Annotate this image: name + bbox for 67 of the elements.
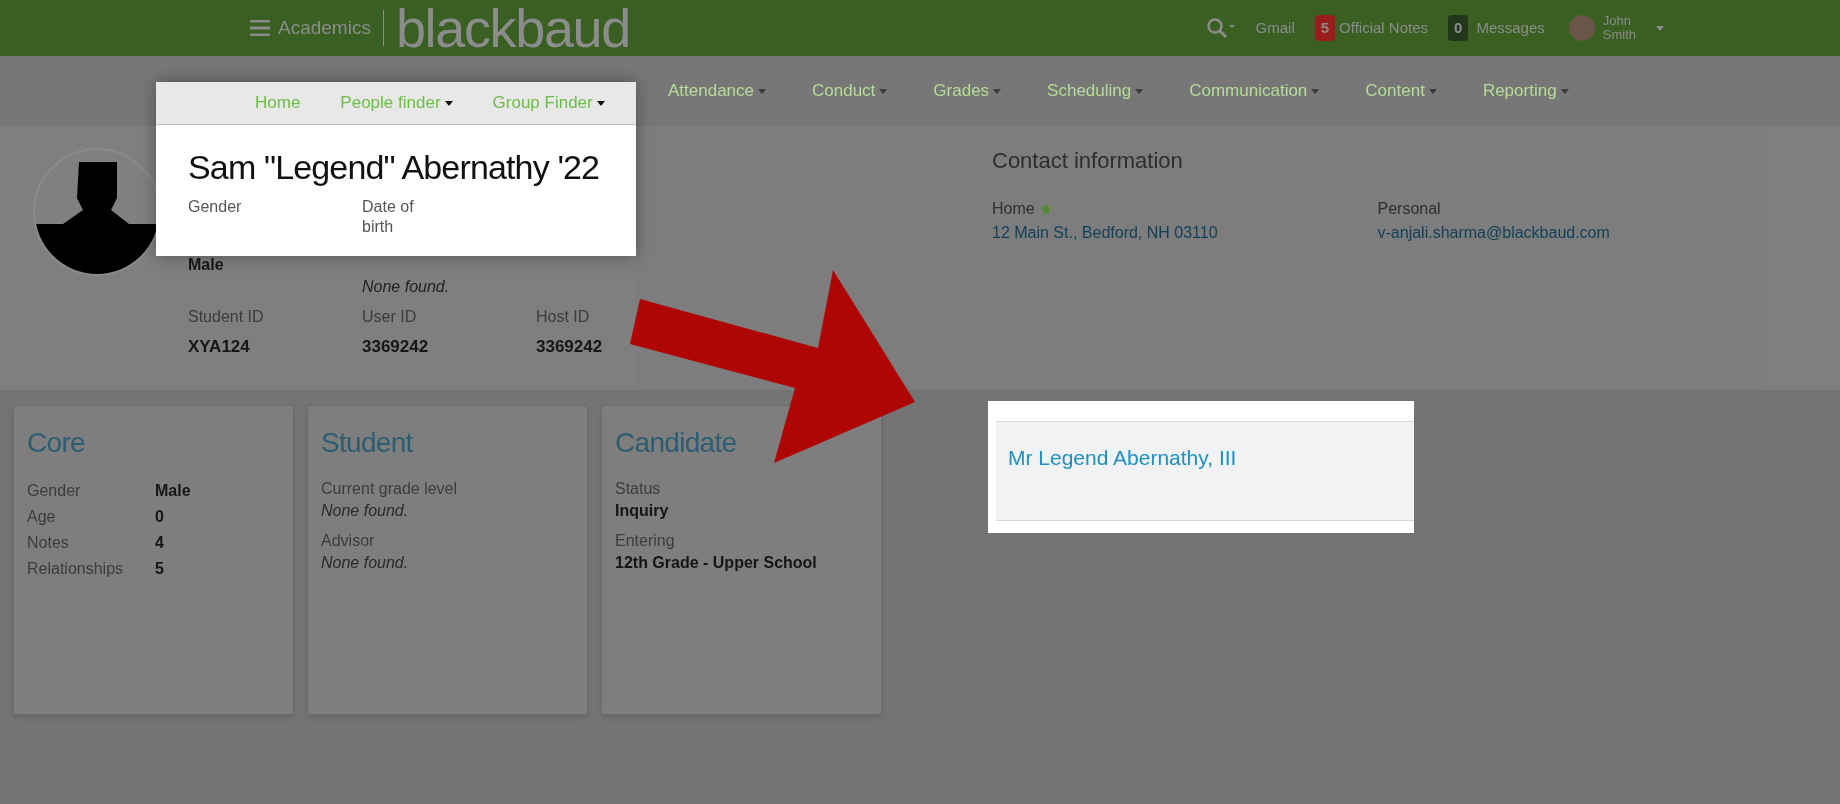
nav-item[interactable]: Conduct xyxy=(812,78,888,104)
card-title: Student xyxy=(321,426,414,460)
field-label: Entering xyxy=(615,531,676,551)
nav-item[interactable]: Communication xyxy=(1189,78,1320,104)
field-label: Relationships xyxy=(27,559,125,579)
field-value: 3369242 xyxy=(362,336,430,358)
nav-item[interactable]: Home xyxy=(255,90,301,116)
field-value: Male xyxy=(155,481,191,501)
field-label: Current grade level xyxy=(321,479,459,499)
caret-icon xyxy=(1135,88,1144,94)
field-label: Gender xyxy=(27,481,82,501)
caret-icon xyxy=(444,100,453,106)
field-value: None found. xyxy=(362,277,451,297)
notes-link[interactable]: Official Notes xyxy=(1339,16,1429,40)
field-value: None found. xyxy=(321,501,410,521)
menu-icon[interactable] xyxy=(250,20,270,36)
field-value: Inquiry xyxy=(615,501,670,521)
field-label: User ID xyxy=(362,307,418,327)
search-icon[interactable] xyxy=(1205,17,1236,39)
field-label: Date of birth xyxy=(362,197,415,237)
field-value: 0 xyxy=(155,507,164,527)
field-value: 4 xyxy=(155,533,164,553)
field-label: Host ID xyxy=(536,307,591,327)
field-value: 12th Grade - Upper School xyxy=(615,553,818,573)
nav-item[interactable]: Group Finder xyxy=(492,90,605,116)
caret-icon xyxy=(1311,88,1320,94)
user-last-name[interactable]: Smith xyxy=(1602,28,1636,42)
nav-item[interactable]: Grades xyxy=(933,78,1002,104)
field-label: Notes xyxy=(27,533,70,553)
caret-icon xyxy=(596,100,605,106)
card-title: Core xyxy=(27,426,86,460)
field-value: None found. xyxy=(321,553,410,573)
contact-title: Contact information xyxy=(992,147,1184,175)
profile-name: Sam "Legend" Abernathy '22 xyxy=(188,147,600,188)
caret-icon xyxy=(879,88,888,94)
logo[interactable]: blackbaud xyxy=(395,1,630,55)
field-label: Age xyxy=(27,507,57,527)
nav-item[interactable]: Attendance xyxy=(668,78,766,104)
caret-icon xyxy=(758,88,766,94)
field-value: XYA124 xyxy=(188,336,251,358)
field-label: Advisor xyxy=(321,531,376,551)
contact-link[interactable]: v-anjali.sharma@blackbaud.com xyxy=(1377,221,1763,245)
callout-name: Mr Legend Abernathy, III xyxy=(1008,446,1237,469)
app-name[interactable]: Academics xyxy=(278,13,371,43)
field-label: Student ID xyxy=(188,307,265,327)
caret-icon xyxy=(1428,88,1437,94)
messages-count-badge: 0 xyxy=(1448,14,1469,42)
contact-label: Home xyxy=(992,199,1035,219)
card-title: Candidate xyxy=(615,426,738,460)
nav-item[interactable]: Content xyxy=(1365,78,1437,104)
notes-count-badge: 5 xyxy=(1314,14,1336,42)
gmail-link[interactable]: Gmail xyxy=(1255,16,1295,40)
nav-item[interactable]: People finder xyxy=(340,90,453,116)
field-label: Gender xyxy=(188,197,243,217)
caret-icon xyxy=(1560,88,1569,94)
field-value: Male xyxy=(188,255,225,275)
nav-item[interactable]: Scheduling xyxy=(1047,78,1144,104)
messages-link[interactable]: Messages xyxy=(1476,16,1545,40)
field-value: 5 xyxy=(155,559,164,579)
field-value: 3369242 xyxy=(536,336,604,358)
contact-label: Personal xyxy=(1377,199,1441,219)
field-label: Status xyxy=(615,479,662,499)
user-first-name[interactable]: John xyxy=(1602,14,1636,28)
nav-item[interactable]: Reporting xyxy=(1482,78,1569,104)
caret-icon xyxy=(1656,26,1664,32)
caret-icon xyxy=(993,88,1002,94)
contact-link[interactable]: 12 Main St., Bedford, NH 03110 xyxy=(992,221,1378,245)
